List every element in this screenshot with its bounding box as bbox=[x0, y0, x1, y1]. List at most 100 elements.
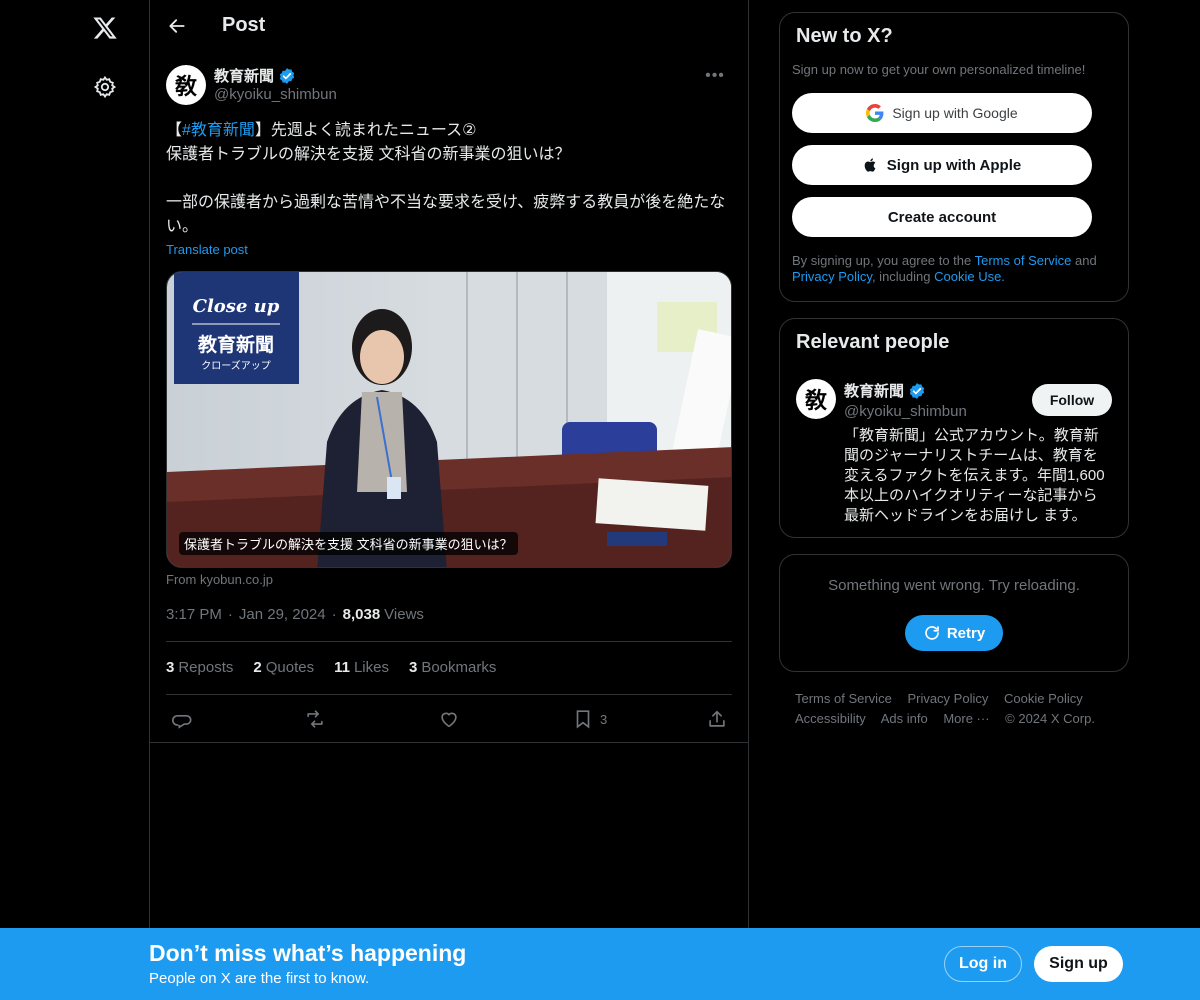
likes-stat[interactable]: 11 Likes bbox=[334, 659, 389, 676]
reply-icon bbox=[172, 714, 192, 729]
post-spacer bbox=[166, 167, 732, 191]
error-message: Something went wrong. Try reloading. bbox=[828, 577, 1080, 594]
banner-title: Don’t miss what’s happening bbox=[149, 940, 467, 966]
legal-including: , including bbox=[871, 269, 935, 284]
footer-terms-link[interactable]: Terms of Service bbox=[795, 691, 892, 706]
post-actions: 3 bbox=[166, 704, 732, 734]
post-meta: 3:17 PM · Jan 29, 2024 · 8,038 Views bbox=[166, 606, 424, 623]
create-account-button[interactable]: Create account bbox=[792, 197, 1092, 237]
footer-cookie-link[interactable]: Cookie Policy bbox=[1004, 691, 1083, 706]
person-avatar[interactable]: 敎 bbox=[796, 379, 836, 419]
post-line-1: 【#教育新聞】先週よく読まれたニュース② bbox=[166, 119, 732, 143]
person-bio: 「教育新聞」公式アカウント。教育新聞のジャーナリストチームは、教育を変えるファク… bbox=[844, 427, 1105, 524]
article-photo: Close up 教育新聞 クローズアップ bbox=[167, 272, 731, 567]
divider bbox=[166, 694, 732, 695]
link-card-media[interactable]: Close up 教育新聞 クローズアップ 保護者トラブルの解決を支援 文科省の… bbox=[166, 271, 732, 568]
heart-icon bbox=[441, 712, 457, 728]
share-icon bbox=[709, 710, 725, 727]
google-logo-icon bbox=[866, 104, 884, 122]
post-author: 敎 教育新聞 @kyoiku_shimbun ••• bbox=[166, 64, 732, 108]
signup-google-label: Sign up with Google bbox=[892, 105, 1018, 121]
footer-links: Terms of Service Privacy Policy Cookie P… bbox=[795, 689, 1125, 729]
divider bbox=[150, 742, 748, 743]
views-label: Views bbox=[384, 606, 424, 623]
bookmark-action-count: 3 bbox=[600, 711, 608, 727]
likes-count: 11 bbox=[334, 659, 350, 676]
translate-post-link[interactable]: Translate post bbox=[166, 242, 248, 257]
arrow-left-icon bbox=[169, 19, 185, 33]
legal-prefix: By signing up, you agree to the bbox=[792, 253, 975, 268]
post-text: 【#教育新聞】先週よく読まれたニュース② 保護者トラブルの解決を支援 文科省の新… bbox=[166, 119, 732, 239]
retry-label: Retry bbox=[946, 624, 986, 642]
relevant-people-title: Relevant people bbox=[796, 331, 950, 353]
signup-banner: Don’t miss what’s happening People on X … bbox=[0, 928, 1200, 1000]
divider bbox=[166, 641, 732, 642]
person-name[interactable]: 教育新聞 bbox=[844, 380, 904, 401]
error-card: Something went wrong. Try reloading. Ret… bbox=[779, 554, 1129, 672]
reply-button[interactable] bbox=[171, 704, 193, 734]
bookmarks-label: Bookmarks bbox=[421, 659, 497, 676]
likes-label: Likes bbox=[353, 659, 389, 676]
media-badge-sub: クローズアップ bbox=[201, 359, 271, 372]
login-button[interactable]: Log in bbox=[944, 946, 1022, 982]
signup-apple-button[interactable]: Sign up with Apple bbox=[792, 145, 1092, 185]
bookmark-button[interactable]: 3 bbox=[572, 704, 607, 734]
footer-more-link[interactable]: More ··· bbox=[943, 711, 989, 726]
media-caption: 保護者トラブルの解決を支援 文科省の新事業の狙いは？ bbox=[179, 532, 518, 555]
reposts-label: Reposts bbox=[178, 659, 234, 676]
legal-and: and bbox=[1071, 253, 1097, 268]
follow-button[interactable]: Follow bbox=[1032, 384, 1112, 416]
bookmarks-count: 3 bbox=[408, 659, 418, 676]
media-badge-name: 教育新聞 bbox=[198, 333, 274, 356]
left-nav bbox=[0, 0, 150, 1000]
reposts-stat[interactable]: 3 Reposts bbox=[166, 659, 233, 676]
more-options-button[interactable]: ••• bbox=[698, 64, 732, 88]
repost-icon bbox=[307, 710, 323, 728]
media-badge-title: Close up bbox=[193, 296, 280, 317]
terms-link[interactable]: Terms of Service bbox=[975, 253, 1072, 268]
apple-logo-icon bbox=[864, 158, 876, 172]
create-account-label: Create account bbox=[887, 208, 997, 226]
footer-copyright: © 2024 X Corp. bbox=[1005, 711, 1095, 726]
x-logo-link[interactable] bbox=[81, 4, 129, 52]
author-avatar[interactable]: 敎 bbox=[166, 65, 206, 105]
hashtag-link[interactable]: #教育新聞 bbox=[182, 122, 255, 139]
cookie-use-link[interactable]: Cookie Use. bbox=[934, 269, 1005, 284]
post-date[interactable]: Jan 29, 2024 bbox=[239, 606, 326, 623]
person-name-row[interactable]: 教育新聞 bbox=[844, 380, 926, 401]
signup-google-button[interactable]: Sign up with Google bbox=[792, 93, 1092, 133]
author-handle[interactable]: @kyoiku_shimbun bbox=[214, 86, 337, 103]
author-name[interactable]: 教育新聞 bbox=[214, 65, 274, 86]
retry-button[interactable]: Retry bbox=[905, 615, 1003, 651]
repost-button[interactable] bbox=[304, 704, 326, 734]
share-button[interactable] bbox=[706, 704, 728, 734]
signup-card-title: New to X? bbox=[796, 25, 893, 47]
signup-button[interactable]: Sign up bbox=[1034, 946, 1123, 982]
author-name-row[interactable]: 教育新聞 bbox=[214, 65, 296, 86]
footer-ads-link[interactable]: Ads info bbox=[881, 711, 928, 726]
signup-card-subtitle: Sign up now to get your own personalized… bbox=[792, 62, 1086, 77]
post-stats: 3 Reposts 2 Quotes 11 Likes 3 Bookmarks bbox=[166, 659, 496, 676]
media-source[interactable]: From kyobun.co.jp bbox=[166, 572, 273, 587]
post-line-2: 保護者トラブルの解決を支援 文科省の新事業の狙いは？ bbox=[166, 146, 571, 163]
meta-separator: · bbox=[227, 606, 233, 623]
post-time[interactable]: 3:17 PM bbox=[166, 606, 222, 623]
back-button[interactable] bbox=[160, 9, 194, 43]
post-line-1-rest: 】先週よく読まれたニュース② bbox=[254, 122, 477, 139]
refresh-icon bbox=[925, 626, 939, 640]
privacy-link[interactable]: Privacy Policy bbox=[792, 269, 872, 284]
x-logo-icon bbox=[93, 17, 117, 39]
footer-accessibility-link[interactable]: Accessibility bbox=[795, 711, 866, 726]
footer-row-2: Accessibility Ads info More ··· © 2024 X… bbox=[795, 709, 1125, 729]
quotes-stat[interactable]: 2 Quotes bbox=[253, 659, 314, 676]
meta-separator: · bbox=[331, 606, 337, 623]
primary-column: Post 敎 教育新聞 @kyoiku_shimbun ••• 【#教育新聞】先… bbox=[150, 0, 749, 1000]
verified-badge-icon bbox=[909, 382, 925, 399]
footer-privacy-link[interactable]: Privacy Policy bbox=[907, 691, 988, 706]
like-button[interactable] bbox=[438, 704, 460, 734]
verified-badge-icon bbox=[279, 67, 295, 84]
settings-link[interactable] bbox=[81, 63, 129, 111]
bookmark-icon bbox=[576, 710, 590, 729]
app-root: Post 敎 教育新聞 @kyoiku_shimbun ••• 【#教育新聞】先… bbox=[0, 0, 1200, 1000]
person-handle[interactable]: @kyoiku_shimbun bbox=[844, 403, 967, 420]
